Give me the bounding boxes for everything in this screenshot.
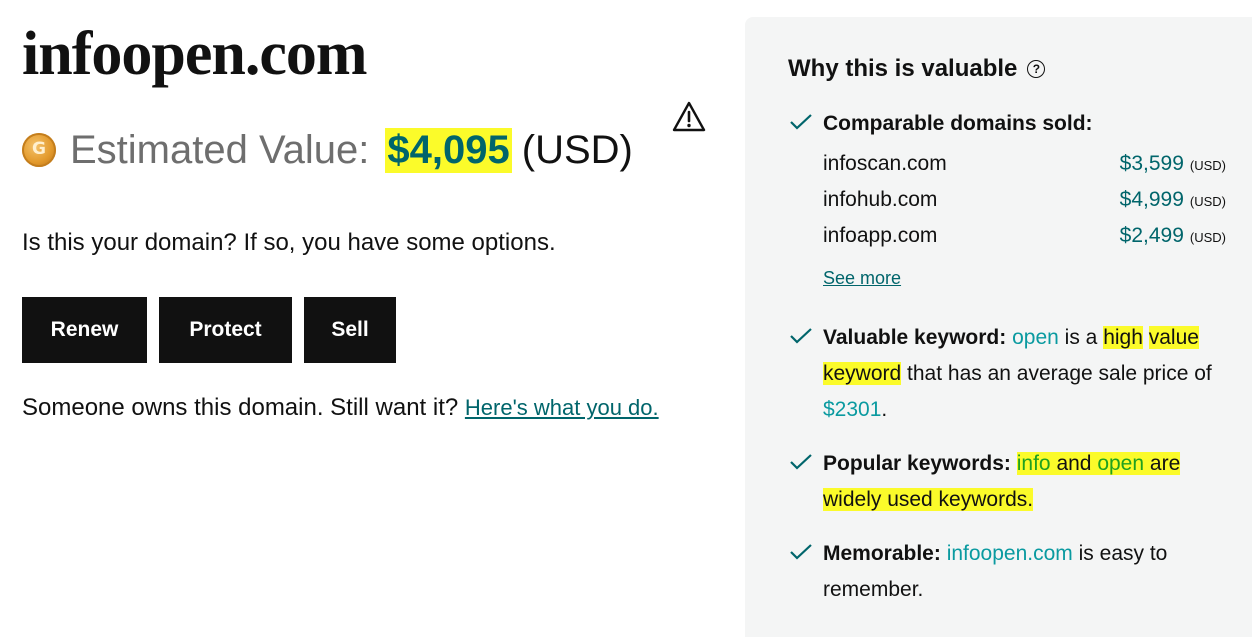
comparable-row: infoapp.com $2,499 (USD) xyxy=(823,224,1226,248)
why-valuable-panel: Why this is valuable ? Comparable domain… xyxy=(745,17,1252,637)
memorable-domain: infoopen.com xyxy=(946,542,1073,565)
domain-title: infoopen.com xyxy=(22,20,367,88)
text-segment: . xyxy=(881,398,888,421)
see-more-link[interactable]: See more xyxy=(823,268,901,289)
comparable-row: infohub.com $4,999 (USD) xyxy=(823,188,1226,212)
text-segment: and xyxy=(1056,452,1092,475)
popular-keyword: open xyxy=(1097,452,1145,475)
comparable-currency: (USD) xyxy=(1189,194,1226,209)
check-icon xyxy=(790,544,812,560)
heres-what-you-do-link[interactable]: Here's what you do. xyxy=(465,395,659,420)
protect-button[interactable]: Protect xyxy=(159,297,292,363)
memorable-text: Memorable: infoopen.com is easy to remem… xyxy=(823,536,1243,608)
help-icon[interactable]: ? xyxy=(1027,60,1046,78)
valuable-keyword-title: Valuable keyword: xyxy=(823,326,1007,349)
sell-button[interactable]: Sell xyxy=(304,297,396,363)
popular-keywords-text: Popular keywords: info and open are wide… xyxy=(823,446,1243,518)
popular-keywords-title: Popular keywords: xyxy=(823,452,1011,475)
check-icon xyxy=(790,454,812,470)
ownership-question: Is this your domain? If so, you have som… xyxy=(22,229,556,256)
panel-title-text: Why this is valuable xyxy=(788,55,1018,82)
comparable-domain: infohub.com xyxy=(823,188,938,211)
text-segment: are xyxy=(1149,452,1181,475)
renew-button[interactable]: Renew xyxy=(22,297,147,363)
highlighted-text: high xyxy=(1103,326,1143,349)
panel-title: Why this is valuable ? xyxy=(788,55,1046,83)
comparable-price: $2,499 xyxy=(1119,224,1184,247)
check-icon xyxy=(790,114,812,130)
valuable-keyword: open xyxy=(1012,326,1059,349)
check-icon xyxy=(790,328,812,344)
comparable-price: $4,999 xyxy=(1119,188,1184,211)
comparable-price: $3,599 xyxy=(1119,152,1184,175)
comparable-currency: (USD) xyxy=(1189,230,1226,245)
warning-icon[interactable] xyxy=(672,100,706,134)
comparable-domain: infoscan.com xyxy=(823,152,947,175)
comparable-row: infoscan.com $3,599 (USD) xyxy=(823,152,1226,176)
comparable-title: Comparable domains sold: xyxy=(823,112,1093,135)
estimated-value-row: Estimated Value: $4,095 (USD) xyxy=(22,124,633,176)
estimated-value-amount: $4,095 xyxy=(385,127,512,173)
owned-notice: Someone owns this domain. Still want it?… xyxy=(22,394,659,422)
average-price: $2301 xyxy=(823,398,882,421)
memorable-title: Memorable: xyxy=(823,542,941,565)
comparable-currency: (USD) xyxy=(1189,158,1226,173)
estimated-value-currency: (USD) xyxy=(521,127,633,172)
coin-icon xyxy=(22,133,56,167)
comparable-domain: infoapp.com xyxy=(823,224,938,247)
text-segment: widely used keywords. xyxy=(823,488,1034,511)
owned-text: Someone owns this domain. Still want it? xyxy=(22,394,459,421)
popular-keyword: info xyxy=(1016,452,1051,475)
valuable-keyword-text: Valuable keyword: open is a high value k… xyxy=(823,320,1243,428)
text-segment: that has an average sale price of xyxy=(907,362,1212,385)
estimated-value-label: Estimated Value: xyxy=(70,127,370,172)
text-segment: is a xyxy=(1064,326,1098,349)
